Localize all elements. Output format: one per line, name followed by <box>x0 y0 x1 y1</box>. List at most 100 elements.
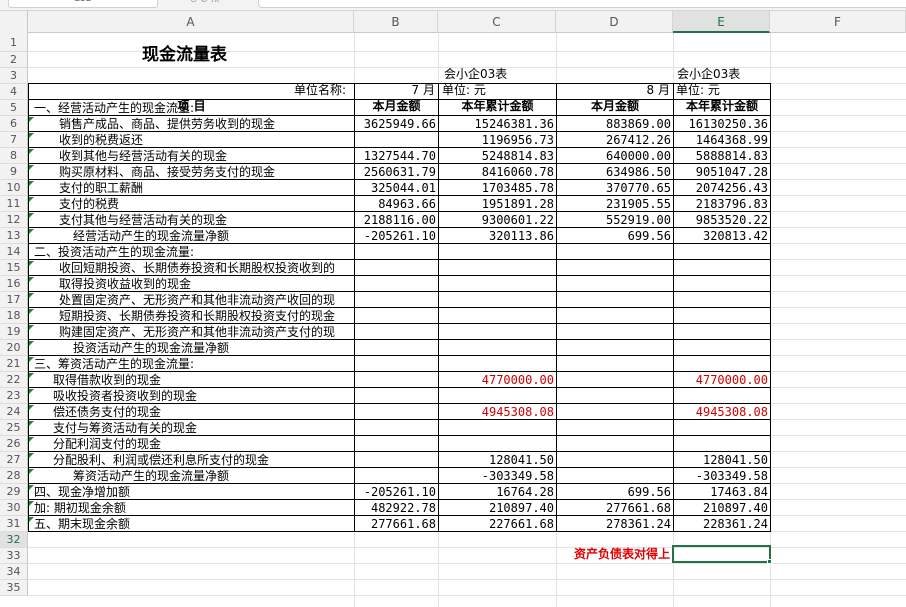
amount-cell-c[interactable] <box>439 356 556 372</box>
line-item-label[interactable]: 收到的税费返还 <box>57 132 354 148</box>
amount-cell-d[interactable]: 370770.65 <box>557 180 673 196</box>
amount-cell-c[interactable] <box>439 324 556 340</box>
amount-cell-e[interactable]: 2183796.83 <box>674 196 770 212</box>
header-ytd-amount[interactable]: 本年累计金额 <box>439 98 556 114</box>
line-item-label[interactable]: 二、投资活动产生的现金流量: <box>32 244 354 260</box>
form-code-left[interactable]: 会小企03表 <box>442 66 552 82</box>
amount-cell-b[interactable] <box>355 308 438 324</box>
amount-cell-e[interactable]: 128041.50 <box>674 452 770 468</box>
fx-icon[interactable]: ⊖ ⊘ fx <box>190 0 250 8</box>
amount-cell-e[interactable] <box>674 436 770 452</box>
amount-cell-b[interactable] <box>355 292 438 308</box>
amount-cell-d[interactable]: 267412.26 <box>557 132 673 148</box>
select-all-corner[interactable] <box>0 11 28 33</box>
amount-cell-e[interactable]: 320813.42 <box>674 228 770 244</box>
amount-cell-c[interactable] <box>439 340 556 356</box>
amount-cell-e[interactable] <box>674 356 770 372</box>
line-item-label[interactable]: 销售产成品、商品、提供劳务收到的现金 <box>57 116 354 132</box>
amount-cell-e[interactable]: 210897.40 <box>674 500 770 516</box>
row-header[interactable]: 34 <box>0 564 28 580</box>
amount-cell-b[interactable]: 3625949.66 <box>355 116 438 132</box>
row-header[interactable]: 17 <box>0 292 28 308</box>
header-month-amount[interactable]: 本月金额 <box>355 98 438 114</box>
header-ytd-amount-2[interactable]: 本年累计金额 <box>674 98 770 114</box>
row-header[interactable]: 21 <box>0 356 28 372</box>
row-header[interactable]: 35 <box>0 580 28 596</box>
amount-cell-b[interactable] <box>355 244 438 260</box>
amount-cell-e[interactable]: 17463.84 <box>674 484 770 500</box>
amount-cell-b[interactable]: 1327544.70 <box>355 148 438 164</box>
row-header[interactable]: 18 <box>0 308 28 324</box>
column-header-e[interactable]: E <box>673 11 770 33</box>
amount-cell-c[interactable]: -303349.58 <box>439 468 556 484</box>
amount-cell-b[interactable]: 482922.78 <box>355 500 438 516</box>
row-header[interactable]: 22 <box>0 372 28 388</box>
line-item-label[interactable]: 分配股利、利润或偿还利息所支付的现金 <box>51 452 354 468</box>
line-item-label[interactable]: 购买原材料、商品、接受劳务支付的现金 <box>57 164 354 180</box>
sheet-title[interactable]: 现金流量表 <box>140 44 340 66</box>
amount-cell-b[interactable] <box>355 420 438 436</box>
line-item-label[interactable]: 偿还债务支付的现金 <box>51 404 354 420</box>
amount-cell-d[interactable]: 634986.50 <box>557 164 673 180</box>
amount-cell-b[interactable]: 325044.01 <box>355 180 438 196</box>
row-header[interactable]: 32 <box>0 532 28 548</box>
row-header[interactable]: 16 <box>0 276 28 292</box>
line-item-label[interactable]: 加: 期初现金余额 <box>32 500 354 516</box>
row-header[interactable]: 23 <box>0 388 28 404</box>
line-item-label[interactable]: 取得投资收益收到的现金 <box>57 276 354 292</box>
amount-cell-e[interactable] <box>674 324 770 340</box>
amount-cell-b[interactable] <box>355 132 438 148</box>
line-item-label[interactable]: 筹资活动产生的现金流量净额 <box>71 468 354 484</box>
amount-cell-b[interactable] <box>355 276 438 292</box>
amount-cell-c[interactable]: 5248814.83 <box>439 148 556 164</box>
amount-cell-d[interactable]: 278361.24 <box>557 516 673 532</box>
cell-selection[interactable] <box>672 545 771 563</box>
amount-cell-b[interactable]: 84963.66 <box>355 196 438 212</box>
amount-cell-d[interactable]: 231905.55 <box>557 196 673 212</box>
column-header-d[interactable]: D <box>556 11 673 33</box>
line-item-label[interactable]: 收回短期投资、长期债券投资和长期股权投资收到的 <box>57 260 354 276</box>
row-header[interactable]: 6 <box>0 116 28 132</box>
amount-cell-b[interactable] <box>355 356 438 372</box>
line-item-label[interactable]: 投资活动产生的现金流量净额 <box>71 340 354 356</box>
amount-cell-e[interactable]: 9853520.22 <box>674 212 770 228</box>
amount-cell-e[interactable]: -303349.58 <box>674 468 770 484</box>
column-header-f[interactable]: F <box>770 11 906 33</box>
amount-cell-d[interactable] <box>557 292 673 308</box>
amount-cell-b[interactable] <box>355 388 438 404</box>
row-header[interactable]: 3 <box>0 68 28 84</box>
amount-cell-c[interactable]: 8416060.78 <box>439 164 556 180</box>
amount-cell-d[interactable] <box>557 244 673 260</box>
row-header[interactable]: 2 <box>0 52 28 68</box>
row-header[interactable]: 11 <box>0 196 28 212</box>
amount-cell-c[interactable]: 16764.28 <box>439 484 556 500</box>
row-header[interactable]: 30 <box>0 500 28 516</box>
amount-cell-c[interactable]: 1703485.78 <box>439 180 556 196</box>
amount-cell-d[interactable]: 883869.00 <box>557 116 673 132</box>
column-header-a[interactable]: A <box>28 11 354 33</box>
amount-cell-c[interactable] <box>439 276 556 292</box>
amount-cell-d[interactable]: 699.56 <box>557 228 673 244</box>
amount-cell-e[interactable] <box>674 292 770 308</box>
line-item-label[interactable]: 四、现金净增加额 <box>32 484 354 500</box>
line-item-label[interactable]: 短期投资、长期债券投资和长期股权投资支付的现金 <box>57 308 354 324</box>
amount-cell-c[interactable]: 227661.68 <box>439 516 556 532</box>
amount-cell-c[interactable]: 9300601.22 <box>439 212 556 228</box>
amount-cell-b[interactable] <box>355 468 438 484</box>
amount-cell-d[interactable] <box>557 436 673 452</box>
row-header[interactable]: 15 <box>0 260 28 276</box>
row-header[interactable]: 10 <box>0 180 28 196</box>
amount-cell-e[interactable] <box>674 340 770 356</box>
amount-cell-d[interactable] <box>557 260 673 276</box>
name-box[interactable]: E32 <box>8 0 158 8</box>
amount-cell-c[interactable]: 4770000.00 <box>439 372 556 388</box>
line-item-label[interactable]: 取得借款收到的现金 <box>51 372 354 388</box>
header-month-amount-2[interactable]: 本月金额 <box>557 98 673 114</box>
amount-cell-b[interactable]: 2188116.00 <box>355 212 438 228</box>
row-header[interactable]: 25 <box>0 420 28 436</box>
amount-cell-c[interactable]: 320113.86 <box>439 228 556 244</box>
amount-cell-e[interactable]: 4945308.08 <box>674 404 770 420</box>
row-header[interactable]: 33 <box>0 548 28 564</box>
amount-cell-b[interactable] <box>355 372 438 388</box>
fill-handle[interactable] <box>767 559 772 564</box>
